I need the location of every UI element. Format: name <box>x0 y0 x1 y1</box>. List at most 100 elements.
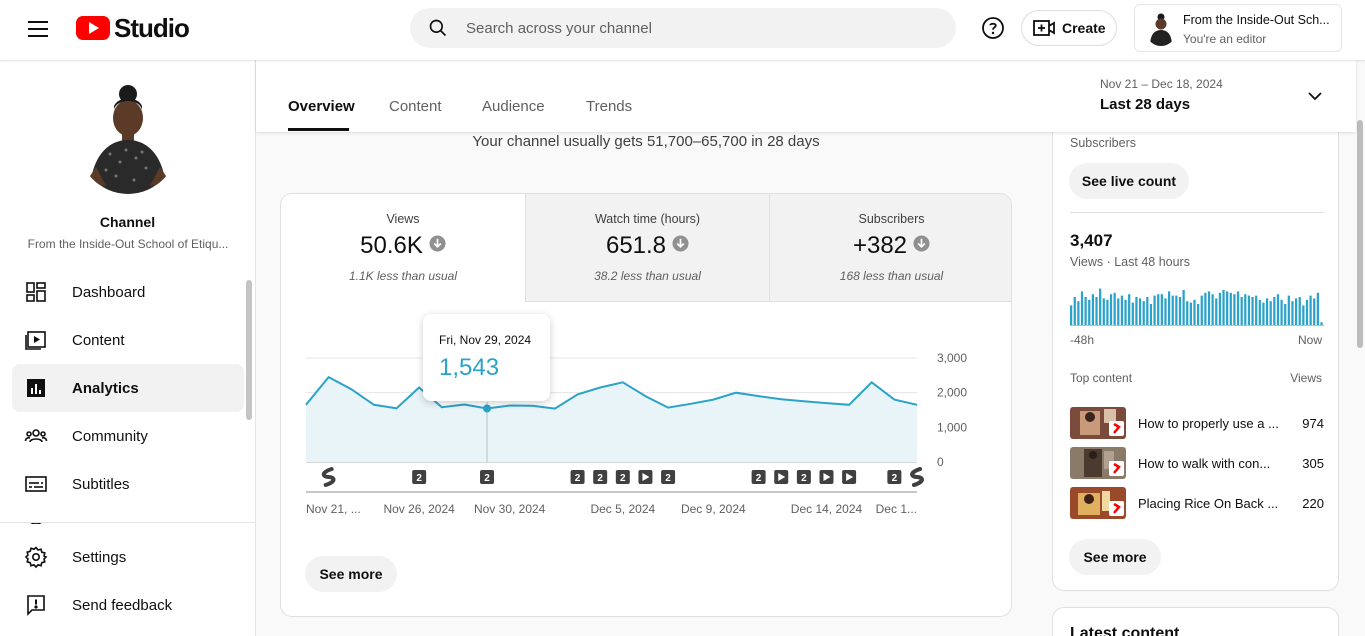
y-tick-label: 0 <box>937 455 944 469</box>
realtime-bar <box>1284 304 1287 325</box>
sidebar-item-subtitles[interactable]: Subtitles <box>12 460 244 508</box>
metric-tabs: Views 50.6K 1.1K less than usual Watch t… <box>281 194 1011 302</box>
realtime-bar <box>1262 302 1265 325</box>
marker-count: 2 <box>620 473 626 484</box>
account-role: You're an editor <box>1183 32 1267 46</box>
realtime-bar <box>1207 291 1211 325</box>
create-button[interactable]: Create <box>1021 10 1117 46</box>
shorts-marker-icon[interactable] <box>910 467 924 487</box>
tab-overview[interactable]: Overview <box>288 98 355 115</box>
realtime-bar <box>1258 299 1261 325</box>
tab-content[interactable]: Content <box>389 98 442 115</box>
realtime-bar <box>1291 301 1294 325</box>
search-input[interactable] <box>466 8 936 48</box>
studio-logo[interactable]: Studio <box>76 12 190 43</box>
channel-label: Channel <box>99 214 156 230</box>
account-switcher[interactable]: From the Inside-Out Sch... You're an edi… <box>1134 4 1342 52</box>
sidebar-item-settings[interactable]: Settings <box>12 533 244 581</box>
overview-card: Views 50.6K 1.1K less than usual Watch t… <box>280 193 1012 617</box>
top-content-see-more-button[interactable]: See more <box>1069 539 1161 575</box>
metric-label: Watch time (hours) <box>594 212 701 226</box>
chart-area <box>306 377 917 462</box>
realtime-bar-chart[interactable] <box>1070 281 1324 327</box>
realtime-bar <box>1197 304 1200 325</box>
see-more-button[interactable]: See more <box>305 556 397 592</box>
realtime-bar <box>1305 299 1309 325</box>
realtime-bar <box>1171 295 1174 325</box>
realtime-bar <box>1091 294 1095 325</box>
metric-comparison: 1.1K less than usual <box>348 269 458 283</box>
account-name: From the Inside-Out Sch... <box>1183 13 1330 27</box>
active-tab-indicator <box>288 128 349 131</box>
realtime-bar <box>1189 302 1192 325</box>
tab-audience[interactable]: Audience <box>482 98 545 115</box>
divider <box>1070 212 1324 213</box>
realtime-bar <box>1149 304 1153 325</box>
realtime-bar <box>1153 295 1156 325</box>
create-label: Create <box>1062 20 1106 36</box>
realtime-bar <box>1226 291 1229 325</box>
axis-end-label: Now <box>1297 333 1322 347</box>
sidebar-scrollbar[interactable] <box>244 276 252 524</box>
latest-content-card: Latest content <box>1052 607 1339 636</box>
views-chart[interactable]: 3,000 2,000 1,000 0 2 2 2 2 2 2 2 2 2 Nov 21, ... Nov … <box>281 302 1012 532</box>
create-video-icon <box>1033 20 1055 36</box>
youtube-play-icon <box>76 16 110 40</box>
realtime-bar <box>1236 291 1240 325</box>
realtime-bar <box>1276 294 1280 325</box>
dashboard-icon <box>26 282 46 302</box>
sidebar-item-analytics[interactable]: Analytics <box>12 364 244 412</box>
realtime-bar <box>1287 295 1290 325</box>
sidebar-item-feedback[interactable]: Send feedback <box>12 581 244 629</box>
top-content-title: Placing Rice On Back ... <box>1138 496 1279 511</box>
sidebar-bottom: Settings Send feedback <box>0 522 255 629</box>
top-content-item[interactable]: How to properly use a ... 974 <box>1070 407 1324 439</box>
community-icon <box>24 429 48 443</box>
channel-avatar[interactable] <box>76 82 180 194</box>
top-content-item[interactable]: How to walk with con... 305 <box>1070 447 1324 479</box>
realtime-bar <box>1102 298 1105 325</box>
realtime-bar <box>1218 292 1222 325</box>
metric-views[interactable]: Views 50.6K 1.1K less than usual <box>281 194 525 302</box>
top-content-header: Top content <box>1070 371 1133 385</box>
logo-text: Studio <box>114 12 190 43</box>
realtime-bar <box>1080 291 1084 325</box>
data-point[interactable] <box>483 404 492 413</box>
see-live-count-button[interactable]: See live count <box>1069 163 1189 199</box>
realtime-bar <box>1182 290 1185 325</box>
metric-value: 50.6K <box>360 232 423 259</box>
top-content-views: 305 <box>1302 456 1324 471</box>
shorts-marker-icon[interactable] <box>321 467 336 487</box>
page-scrollbar[interactable] <box>1355 60 1365 636</box>
realtime-bar <box>1229 292 1232 325</box>
arrow-down-icon <box>429 235 446 252</box>
arrow-down-icon <box>913 235 930 252</box>
realtime-bar <box>1186 301 1189 325</box>
menu-icon[interactable] <box>22 18 54 42</box>
realtime-bar <box>1273 297 1276 325</box>
realtime-bar <box>1073 297 1076 325</box>
realtime-bar <box>1070 305 1073 325</box>
marker-count: 2 <box>597 473 603 484</box>
axis-start-label: -48h <box>1070 333 1095 347</box>
top-content-title: How to properly use a ... <box>1138 416 1279 431</box>
realtime-bar <box>1099 288 1102 325</box>
search-icon[interactable] <box>428 18 448 38</box>
realtime-bar <box>1255 295 1258 325</box>
sidebar-item-label: Analytics <box>72 379 139 397</box>
metric-subscribers[interactable]: Subscribers +382 168 less than usual <box>769 194 1011 302</box>
sidebar-item-dashboard[interactable]: Dashboard <box>12 268 244 316</box>
help-icon[interactable] <box>981 16 1005 40</box>
top-content-item[interactable]: Placing Rice On Back ... 220 <box>1070 487 1324 519</box>
realtime-bar <box>1088 299 1091 325</box>
top-content-views: 974 <box>1302 416 1324 431</box>
x-tick-label: Dec 5, 2024 <box>590 502 655 516</box>
sidebar-item-community[interactable]: Community <box>12 412 244 460</box>
account-avatar <box>1145 12 1177 46</box>
tab-trends[interactable]: Trends <box>586 98 632 115</box>
realtime-bar <box>1157 294 1160 325</box>
realtime-bar <box>1164 298 1167 325</box>
date-range-picker[interactable]: Nov 21 – Dec 18, 2024 Last 28 days <box>1100 70 1340 120</box>
metric-watch-time[interactable]: Watch time (hours) 651.8 38.2 less than … <box>525 194 769 302</box>
sidebar-item-content[interactable]: Content <box>12 316 244 364</box>
